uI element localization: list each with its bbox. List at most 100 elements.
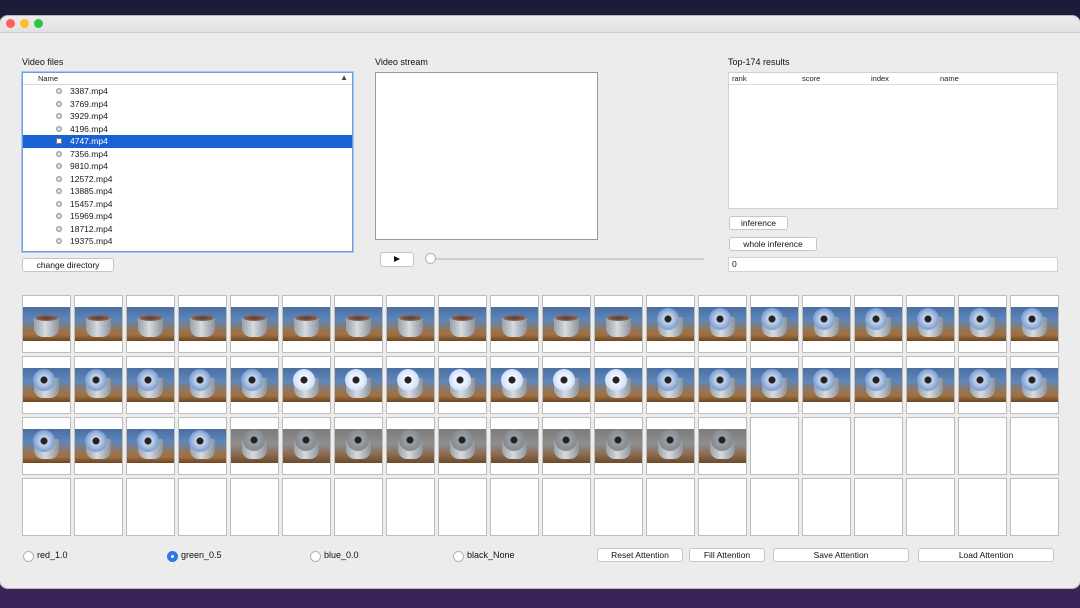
frame-thumbnail[interactable] xyxy=(22,356,71,414)
empty-thumbnail-slot[interactable] xyxy=(542,478,591,536)
frame-thumbnail[interactable] xyxy=(594,417,643,475)
empty-thumbnail-slot[interactable] xyxy=(698,478,747,536)
frame-thumbnail[interactable] xyxy=(854,356,903,414)
score-column-header[interactable]: score xyxy=(802,74,820,83)
file-list-item[interactable]: 15969.mp4 xyxy=(23,210,352,223)
frame-thumbnail[interactable] xyxy=(230,295,279,353)
file-list-item[interactable]: 3929.mp4 xyxy=(23,110,352,123)
frame-thumbnail[interactable] xyxy=(334,417,383,475)
minimize-window-button[interactable] xyxy=(20,19,29,28)
frame-thumbnail[interactable] xyxy=(490,417,539,475)
frame-thumbnail[interactable] xyxy=(126,356,175,414)
frame-thumbnail[interactable] xyxy=(802,356,851,414)
frame-thumbnail[interactable] xyxy=(438,356,487,414)
frame-thumbnail[interactable] xyxy=(646,356,695,414)
inference-button[interactable]: inference xyxy=(729,216,788,230)
file-list-item[interactable]: 13885.mp4 xyxy=(23,185,352,198)
change-directory-button[interactable]: change directory xyxy=(22,258,114,272)
empty-thumbnail-slot[interactable] xyxy=(958,478,1007,536)
name-column-header[interactable]: Name xyxy=(38,74,58,83)
frame-thumbnail[interactable] xyxy=(74,295,123,353)
frame-thumbnail[interactable] xyxy=(230,356,279,414)
empty-thumbnail-slot[interactable] xyxy=(438,478,487,536)
empty-thumbnail-slot[interactable] xyxy=(178,478,227,536)
empty-thumbnail-slot[interactable] xyxy=(854,478,903,536)
file-list-item[interactable]: 4196.mp4 xyxy=(23,123,352,136)
blue-attention-radio[interactable] xyxy=(310,551,321,562)
empty-thumbnail-slot[interactable] xyxy=(906,417,955,475)
frame-thumbnail[interactable] xyxy=(126,417,175,475)
frame-thumbnail[interactable] xyxy=(282,295,331,353)
name-column-header[interactable]: name xyxy=(940,74,959,83)
file-list-item[interactable]: 18712.mp4 xyxy=(23,223,352,236)
file-list-item[interactable]: 15457.mp4 xyxy=(23,198,352,211)
empty-thumbnail-slot[interactable] xyxy=(22,478,71,536)
empty-thumbnail-slot[interactable] xyxy=(230,478,279,536)
frame-thumbnail[interactable] xyxy=(1010,295,1059,353)
frame-thumbnail[interactable] xyxy=(542,417,591,475)
empty-thumbnail-slot[interactable] xyxy=(594,478,643,536)
video-progress-knob[interactable] xyxy=(425,253,436,264)
frame-thumbnail[interactable] xyxy=(22,295,71,353)
load-attention-button[interactable]: Load Attention xyxy=(918,548,1054,562)
frame-thumbnail[interactable] xyxy=(698,417,747,475)
frame-thumbnail[interactable] xyxy=(438,417,487,475)
empty-thumbnail-slot[interactable] xyxy=(74,478,123,536)
frame-thumbnail[interactable] xyxy=(178,356,227,414)
empty-thumbnail-slot[interactable] xyxy=(1010,417,1059,475)
frame-thumbnail[interactable] xyxy=(282,417,331,475)
file-list-item[interactable]: 9810.mp4 xyxy=(23,160,352,173)
save-attention-button[interactable]: Save Attention xyxy=(773,548,909,562)
frame-thumbnail[interactable] xyxy=(750,356,799,414)
results-table[interactable]: rank score index name xyxy=(728,72,1058,209)
empty-thumbnail-slot[interactable] xyxy=(282,478,331,536)
file-list-header[interactable]: Name ▲ xyxy=(23,73,352,85)
frame-thumbnail[interactable] xyxy=(594,356,643,414)
black-attention-radio[interactable] xyxy=(453,551,464,562)
file-list-item[interactable]: 3769.mp4 xyxy=(23,98,352,111)
sort-ascending-icon[interactable]: ▲ xyxy=(340,73,348,82)
frame-thumbnail[interactable] xyxy=(750,295,799,353)
frame-thumbnail[interactable] xyxy=(594,295,643,353)
frame-thumbnail[interactable] xyxy=(906,356,955,414)
file-list-item[interactable]: 3387.mp4 xyxy=(23,85,352,98)
play-button[interactable] xyxy=(380,252,414,267)
frame-thumbnail[interactable] xyxy=(178,417,227,475)
frame-thumbnail[interactable] xyxy=(386,356,435,414)
frame-thumbnail[interactable] xyxy=(490,295,539,353)
frame-thumbnail[interactable] xyxy=(438,295,487,353)
close-window-button[interactable] xyxy=(6,19,15,28)
empty-thumbnail-slot[interactable] xyxy=(1010,478,1059,536)
frame-thumbnail[interactable] xyxy=(334,295,383,353)
empty-thumbnail-slot[interactable] xyxy=(906,478,955,536)
frame-thumbnail[interactable] xyxy=(178,295,227,353)
empty-thumbnail-slot[interactable] xyxy=(802,417,851,475)
file-list-item[interactable]: 7356.mp4 xyxy=(23,148,352,161)
index-column-header[interactable]: index xyxy=(871,74,889,83)
empty-thumbnail-slot[interactable] xyxy=(958,417,1007,475)
empty-thumbnail-slot[interactable] xyxy=(646,478,695,536)
frame-thumbnail[interactable] xyxy=(386,417,435,475)
frame-thumbnail[interactable] xyxy=(646,295,695,353)
frame-thumbnail[interactable] xyxy=(698,295,747,353)
result-index-field[interactable]: 0 xyxy=(728,257,1058,272)
empty-thumbnail-slot[interactable] xyxy=(490,478,539,536)
frame-thumbnail[interactable] xyxy=(334,356,383,414)
frame-thumbnail[interactable] xyxy=(542,356,591,414)
frame-thumbnail[interactable] xyxy=(906,295,955,353)
empty-thumbnail-slot[interactable] xyxy=(386,478,435,536)
file-list-item[interactable]: 12572.mp4 xyxy=(23,173,352,186)
frame-thumbnail[interactable] xyxy=(646,417,695,475)
zoom-window-button[interactable] xyxy=(34,19,43,28)
reset-attention-button[interactable]: Reset Attention xyxy=(597,548,683,562)
frame-thumbnail[interactable] xyxy=(542,295,591,353)
frame-thumbnail[interactable] xyxy=(698,356,747,414)
empty-thumbnail-slot[interactable] xyxy=(126,478,175,536)
frame-thumbnail[interactable] xyxy=(282,356,331,414)
empty-thumbnail-slot[interactable] xyxy=(334,478,383,536)
empty-thumbnail-slot[interactable] xyxy=(750,417,799,475)
frame-thumbnail[interactable] xyxy=(1010,356,1059,414)
rank-column-header[interactable]: rank xyxy=(732,74,747,83)
file-list-item[interactable]: 4747.mp4 xyxy=(23,135,352,148)
frame-thumbnail[interactable] xyxy=(490,356,539,414)
